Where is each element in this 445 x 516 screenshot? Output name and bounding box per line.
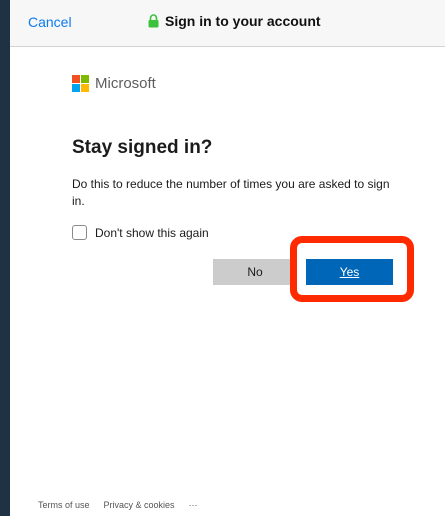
lock-icon <box>148 14 159 28</box>
page-title: Stay signed in? <box>72 137 213 158</box>
logo-square-green <box>81 75 89 83</box>
terms-of-use-link[interactable]: Terms of use <box>38 500 90 510</box>
sign-in-window: Cancel Sign in to your account Microsoft… <box>0 0 445 516</box>
more-options-icon[interactable]: ··· <box>189 500 198 510</box>
privacy-cookies-link[interactable]: Privacy & cookies <box>104 500 175 510</box>
dont-show-again-row[interactable]: Don't show this again <box>72 225 209 240</box>
logo-square-red <box>72 75 80 83</box>
microsoft-squares-icon <box>72 75 89 92</box>
dont-show-again-label[interactable]: Don't show this again <box>95 226 209 240</box>
cancel-button[interactable]: Cancel <box>28 14 72 30</box>
title-bar: Cancel Sign in to your account <box>10 0 445 47</box>
window-title-text: Sign in to your account <box>165 13 321 29</box>
dont-show-again-checkbox[interactable] <box>72 225 87 240</box>
window-title: Sign in to your account <box>148 13 321 29</box>
microsoft-logo: Microsoft <box>72 75 156 92</box>
brand-name: Microsoft <box>95 75 156 92</box>
yes-button[interactable]: Yes <box>306 259 393 285</box>
logo-square-yellow <box>81 84 89 92</box>
footer: Terms of use Privacy & cookies ··· <box>38 500 198 510</box>
no-button[interactable]: No <box>213 259 297 285</box>
description-text: Do this to reduce the number of times yo… <box>72 177 390 208</box>
logo-square-blue <box>72 84 80 92</box>
